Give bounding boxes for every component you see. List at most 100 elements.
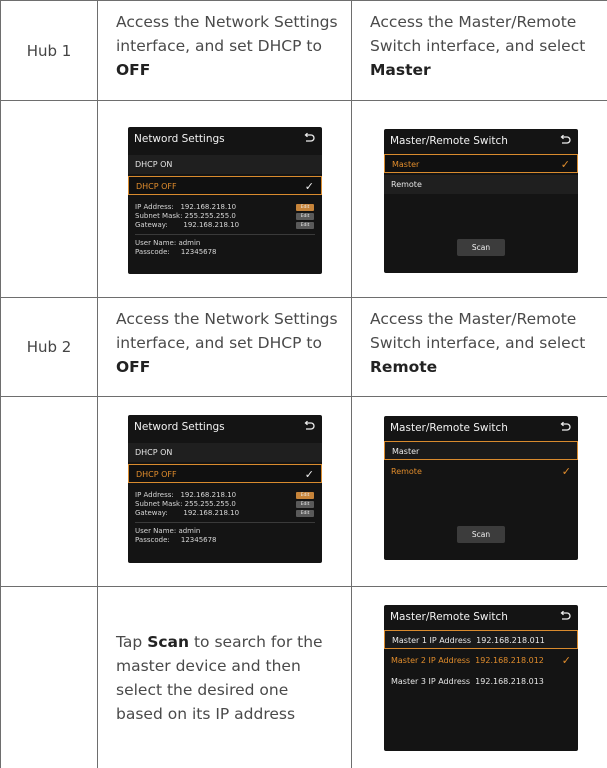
checkmark-icon: ✓	[561, 654, 571, 667]
option-label: Master 3 IP Address 192.168.218.013	[391, 677, 544, 686]
gateway-value: 192.168.218.10	[183, 221, 240, 229]
master-remote-switch-screen: Master/Remote Switch Master Remote ✓ Scan	[384, 416, 578, 560]
option-label: DHCP OFF	[136, 470, 177, 479]
hub-label: Hub 2	[26, 338, 72, 356]
remote-option[interactable]: Remote ✓	[384, 462, 578, 481]
passcode-line: Passcode: 12345678	[135, 248, 217, 257]
subnet-edit-button[interactable]: Edit	[296, 501, 314, 508]
ip-label: IP Address:	[135, 491, 174, 499]
instruction-text: Access the Network Settings interface, a…	[116, 13, 338, 55]
remote-option[interactable]: Remote	[384, 175, 578, 194]
option-label: Master	[392, 447, 420, 456]
user-line: User Name: admin	[135, 527, 200, 536]
instruction-bold: Remote	[370, 358, 438, 376]
dhcp-off-option[interactable]: DHCP OFF ✓	[128, 464, 322, 483]
divider	[135, 234, 315, 235]
back-arrow-icon[interactable]	[302, 131, 316, 145]
checkmark-icon: ✓	[560, 158, 570, 171]
network-settings-screen: Netword Settings DHCP ON DHCP OFF ✓ IP Ad…	[128, 127, 322, 274]
mask-value: 255.255.255.0	[184, 500, 236, 508]
instruction-bold: Master	[370, 61, 431, 79]
scan-button[interactable]: Scan	[457, 526, 505, 543]
hub-1-label-cell: Hub 1	[0, 0, 98, 101]
ip-address-line: IP Address: 192.168.218.10	[135, 203, 236, 212]
user-label: User Name:	[135, 239, 177, 247]
gateway-line: Gateway: 192.168.218.10	[135, 221, 239, 230]
option-label: Master	[392, 160, 420, 169]
back-arrow-icon[interactable]	[558, 420, 572, 434]
screen-title: Netword Settings	[134, 133, 225, 145]
option-label: Remote	[391, 467, 422, 476]
empty-cell	[0, 397, 98, 587]
empty-cell	[0, 101, 98, 298]
subnet-line: Subnet Mask: 255.255.255.0	[135, 212, 236, 221]
option-label: DHCP ON	[135, 160, 173, 169]
gateway-value: 192.168.218.10	[183, 509, 240, 517]
switch-screen-cell: Master/Remote Switch Master ✓ Remote Scan	[352, 101, 607, 298]
network-settings-screen-cell: Netword Settings DHCP ON DHCP OFF ✓ IP Ad…	[98, 397, 352, 587]
option-label: DHCP OFF	[136, 182, 177, 191]
scan-screen-cell: Master/Remote Switch Master 1 IP Address…	[352, 587, 607, 768]
scan-instruction: Tap Scan to search for the master device…	[98, 587, 352, 768]
gateway-edit-button[interactable]: Edit	[296, 510, 314, 517]
network-settings-screen-cell: Netword Settings DHCP ON DHCP OFF ✓ IP Ad…	[98, 101, 352, 298]
option-label: Master 2 IP Address 192.168.218.012	[391, 656, 544, 665]
instruction-bold: OFF	[116, 61, 151, 79]
pass-value: 12345678	[180, 248, 217, 256]
hub-2-switch-instruction: Access the Master/Remote Switch interfac…	[352, 298, 607, 397]
checkmark-icon: ✓	[561, 465, 571, 478]
mask-label: Subnet Mask:	[135, 212, 183, 220]
hub-1-switch-instruction: Access the Master/Remote Switch interfac…	[352, 0, 607, 101]
hub-1-network-instruction: Access the Network Settings interface, a…	[98, 0, 352, 101]
screen-title: Master/Remote Switch	[390, 422, 508, 434]
scan-button[interactable]: Scan	[457, 239, 505, 256]
instruction-bold: OFF	[116, 358, 151, 376]
instruction-text: Access the Network Settings interface, a…	[116, 310, 338, 352]
user-line: User Name: admin	[135, 239, 200, 248]
scan-instruction-text: Tap Scan to search for the master device…	[116, 630, 351, 726]
master-2-option[interactable]: Master 2 IP Address 192.168.218.012 ✓	[384, 651, 578, 670]
dhcp-on-option[interactable]: DHCP ON	[128, 155, 322, 174]
network-settings-screen: Netword Settings DHCP ON DHCP OFF ✓ IP Ad…	[128, 415, 322, 563]
master-scan-results-screen: Master/Remote Switch Master 1 IP Address…	[384, 605, 578, 751]
pass-value: 12345678	[180, 536, 217, 544]
switch-screen-cell: Master/Remote Switch Master Remote ✓ Scan	[352, 397, 607, 587]
back-arrow-icon[interactable]	[558, 609, 572, 623]
subnet-edit-button[interactable]: Edit	[296, 213, 314, 220]
gateway-edit-button[interactable]: Edit	[296, 222, 314, 229]
ip-value: 192.168.218.10	[180, 203, 237, 211]
master-option[interactable]: Master	[384, 441, 578, 460]
master-1-option[interactable]: Master 1 IP Address 192.168.218.011	[384, 630, 578, 649]
option-label: DHCP ON	[135, 448, 173, 457]
instruction-text: Tap	[116, 632, 143, 651]
back-arrow-icon[interactable]	[558, 133, 572, 147]
user-label: User Name:	[135, 527, 177, 535]
instruction-bold: Scan	[147, 632, 190, 651]
passcode-line: Passcode: 12345678	[135, 536, 217, 545]
ip-edit-button[interactable]: Edit	[296, 204, 314, 211]
instruction-text: Access the Master/Remote Switch interfac…	[370, 13, 586, 55]
gateway-label: Gateway:	[135, 221, 168, 229]
hub-label: Hub 1	[26, 41, 72, 60]
ip-address-line: IP Address: 192.168.218.10	[135, 491, 236, 500]
screen-title: Master/Remote Switch	[390, 611, 508, 623]
screen-title: Master/Remote Switch	[390, 135, 508, 147]
ip-value: 192.168.218.10	[180, 491, 237, 499]
gateway-label: Gateway:	[135, 509, 168, 517]
gateway-line: Gateway: 192.168.218.10	[135, 509, 239, 518]
back-arrow-icon[interactable]	[302, 419, 316, 433]
ip-edit-button[interactable]: Edit	[296, 492, 314, 499]
option-label: Master 1 IP Address 192.168.218.011	[392, 636, 545, 645]
screen-title: Netword Settings	[134, 421, 225, 433]
user-value: admin	[178, 527, 201, 535]
master-3-option[interactable]: Master 3 IP Address 192.168.218.013	[384, 672, 578, 691]
divider	[135, 522, 315, 523]
dhcp-off-option[interactable]: DHCP OFF ✓	[128, 176, 322, 195]
instruction-text: Access the Master/Remote Switch interfac…	[370, 310, 586, 352]
hub-2-network-instruction: Access the Network Settings interface, a…	[98, 298, 352, 397]
user-value: admin	[178, 239, 201, 247]
dhcp-on-option[interactable]: DHCP ON	[128, 443, 322, 462]
subnet-line: Subnet Mask: 255.255.255.0	[135, 500, 236, 509]
master-option[interactable]: Master ✓	[384, 154, 578, 173]
pass-label: Passcode:	[135, 536, 170, 544]
